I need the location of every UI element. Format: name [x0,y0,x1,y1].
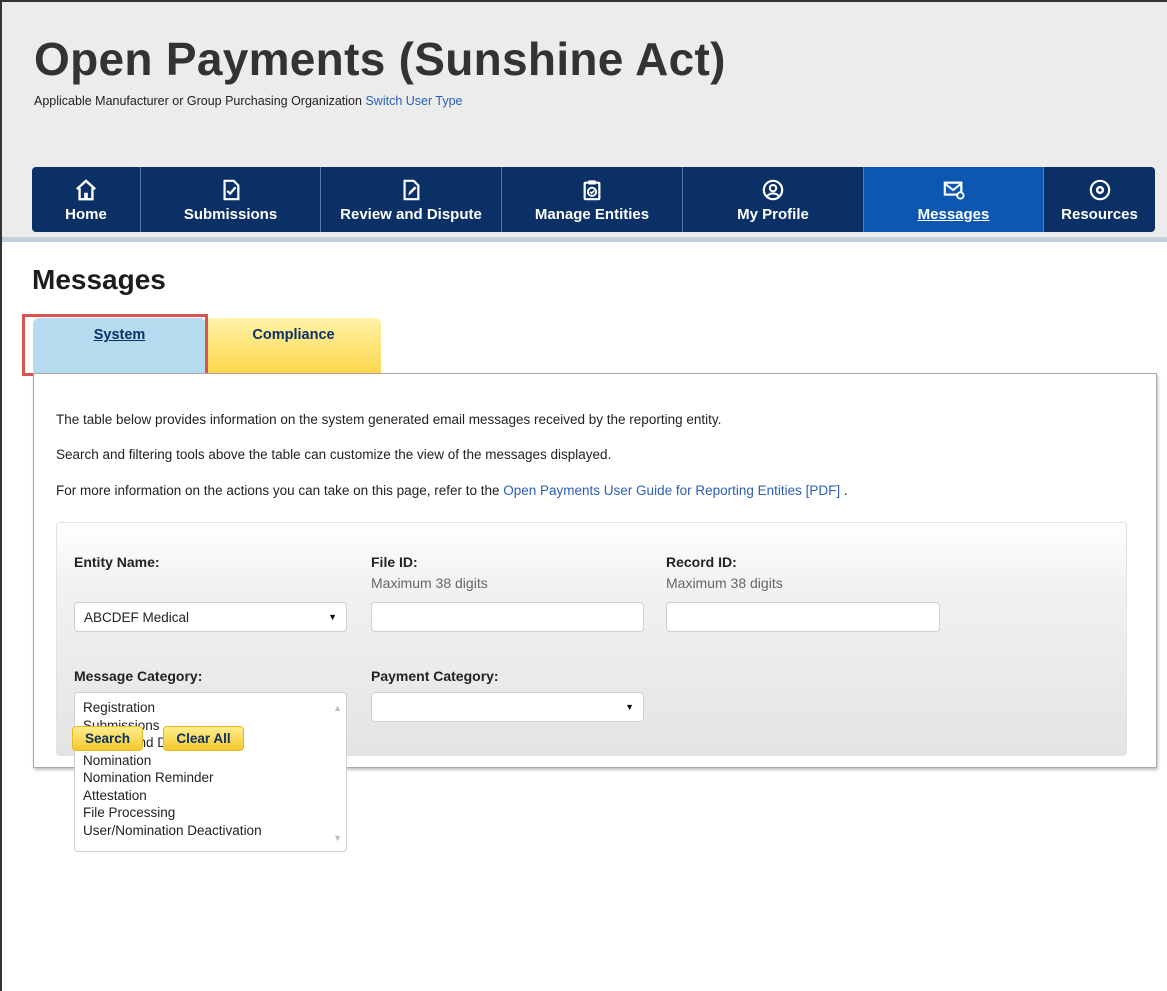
info-line-3-suffix: . [840,483,848,498]
nav-label-review-and-dispute: Review and Dispute [340,206,482,223]
file-id-label: File ID: [371,554,418,570]
user-guide-link[interactable]: Open Payments User Guide for Reporting E… [503,483,840,498]
list-item[interactable]: Nomination Reminder [83,769,346,787]
document-check-icon [220,179,242,201]
message-category-listbox[interactable]: Registration Submissions Review and Disp… [74,692,347,852]
entity-name-label: Entity Name: [74,554,160,570]
nav-label-my-profile: My Profile [737,206,809,223]
file-id-hint: Maximum 38 digits [371,575,488,591]
message-category-label: Message Category: [74,668,203,684]
list-item[interactable]: File Processing [83,804,346,822]
nav-label-home: Home [65,206,107,223]
entity-name-value: ABCDEF Medical [84,610,190,625]
nav-label-submissions: Submissions [183,206,278,223]
nav-item-manage-entities[interactable]: Manage Entities [502,167,683,232]
info-line-3-text: For more information on the actions you … [56,483,504,498]
search-button[interactable]: Search [72,726,143,751]
user-type-line: Applicable Manufacturer or Group Purchas… [34,94,462,108]
payment-category-select[interactable]: ▼ [371,692,644,722]
info-line-1: The table below provides information on … [56,412,722,427]
record-id-hint: Maximum 38 digits [666,575,783,591]
scroll-down-arrow-icon[interactable]: ▼ [333,830,342,848]
user-circle-icon [762,179,784,201]
nav-divider [2,237,1167,242]
dropdown-caret-icon: ▼ [328,612,337,622]
nav-label-resources: Resources [1061,206,1138,223]
envelope-icon [943,179,965,201]
list-item[interactable]: Nomination [83,752,346,770]
home-icon [75,179,97,201]
messages-panel: The table below provides information on … [33,373,1157,852]
nav-label-messages: Messages [917,206,990,223]
main-nav: Home Submissions Review and Dispute Mana… [32,167,1155,232]
list-item[interactable]: Registration [83,699,346,717]
document-edit-icon [400,179,422,201]
nav-label-manage-entities: Manage Entities [534,206,650,223]
nav-item-home[interactable]: Home [32,167,141,232]
payment-category-label: Payment Category: [371,668,499,684]
clear-all-button[interactable]: Clear All [163,726,244,751]
app-title: Open Payments (Sunshine Act) [34,33,726,85]
record-id-label: Record ID: [666,554,737,570]
gear-icon [1089,179,1111,201]
search-filter-box: Entity Name: ABCDEF Medical ▼ File ID: M… [56,522,1127,852]
file-id-input[interactable] [371,602,644,632]
switch-user-type-link[interactable]: Switch User Type [365,94,462,108]
user-type-text: Applicable Manufacturer or Group Purchas… [34,94,362,108]
tab-compliance[interactable]: Compliance [206,318,381,375]
nav-item-resources[interactable]: Resources [1044,167,1155,232]
clipboard-check-icon [581,179,603,201]
nav-item-submissions[interactable]: Submissions [141,167,321,232]
info-line-3: For more information on the actions you … [56,483,848,498]
nav-item-messages[interactable]: Messages [864,167,1044,232]
nav-item-review-and-dispute[interactable]: Review and Dispute [321,167,502,232]
nav-item-my-profile[interactable]: My Profile [683,167,864,232]
page-title: Messages [32,264,166,295]
info-line-2: Search and filtering tools above the tab… [56,447,612,462]
list-item[interactable]: Attestation [83,787,346,805]
entity-name-select[interactable]: ABCDEF Medical ▼ [74,602,347,632]
tab-system[interactable]: System [33,318,206,375]
record-id-input[interactable] [666,602,940,632]
scroll-up-arrow-icon[interactable]: ▲ [333,700,342,718]
list-item[interactable]: User/Nomination Deactivation [83,822,346,840]
dropdown-caret-icon: ▼ [625,702,634,712]
